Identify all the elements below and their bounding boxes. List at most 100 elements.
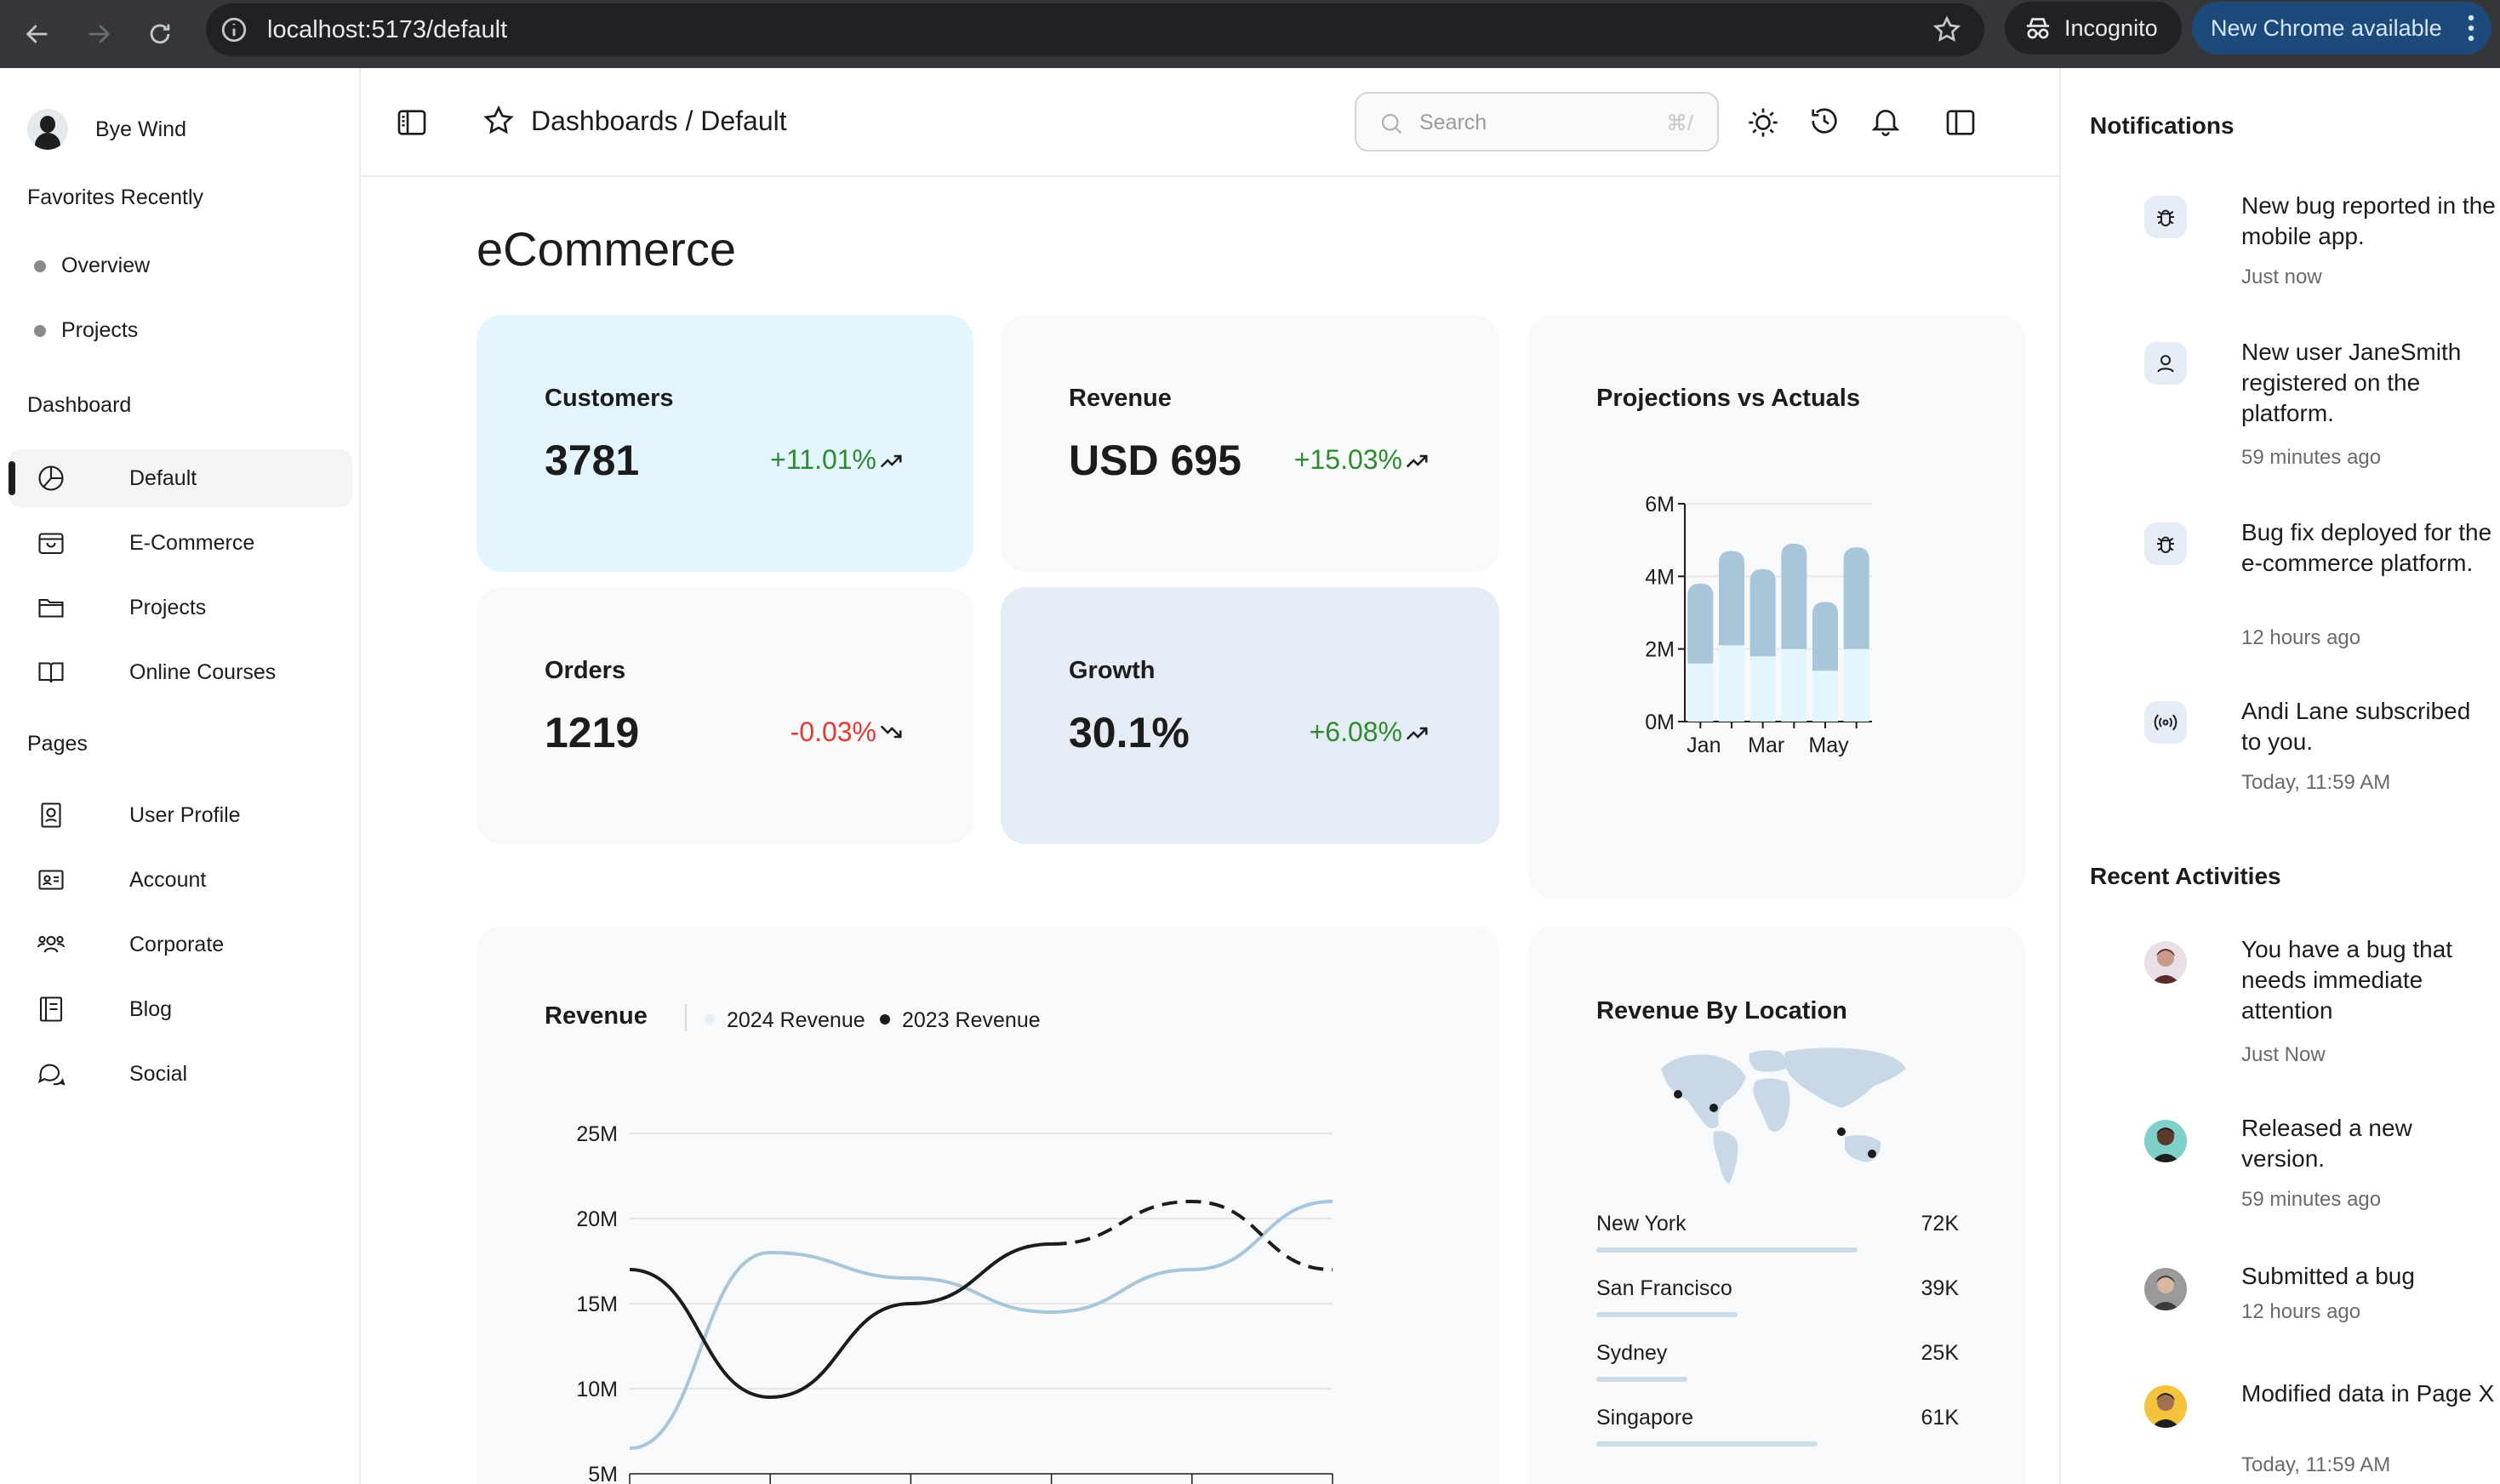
address-bar[interactable]: localhost:5173/default xyxy=(206,3,1984,56)
bookmark-star-icon[interactable] xyxy=(1932,14,1962,45)
map-marker-singapore[interactable] xyxy=(1837,1127,1846,1136)
user-profile[interactable]: Bye Wind xyxy=(27,109,186,150)
bar-projection[interactable] xyxy=(1719,551,1744,646)
users-icon xyxy=(37,935,66,953)
bar-actual[interactable] xyxy=(1687,663,1714,722)
location-row[interactable]: Sydney 25K xyxy=(1596,1341,1959,1392)
sidebar-item-label: Social xyxy=(129,1062,188,1086)
bar-projection[interactable] xyxy=(1781,543,1807,649)
line-2024-revenue[interactable] xyxy=(629,1200,1333,1450)
location-value: 61K xyxy=(1921,1406,1959,1430)
favorite-item-overview[interactable]: Overview xyxy=(34,254,150,278)
sidebar-item-social[interactable]: Social xyxy=(9,1045,352,1103)
stat-card-growth[interactable]: Growth 30.1% +6.08% xyxy=(1001,587,1499,844)
more-vert-icon[interactable] xyxy=(2468,14,2474,43)
reload-icon xyxy=(150,24,170,44)
favorite-label: Overview xyxy=(61,254,151,277)
activity-text: Submitted a bug xyxy=(2241,1263,2415,1289)
url-text[interactable]: localhost:5173/default xyxy=(267,16,507,44)
sidebar-item-online-courses[interactable]: Online Courses xyxy=(9,643,352,701)
stat-label: Orders xyxy=(545,657,626,684)
location-city: Singapore xyxy=(1596,1406,1693,1430)
map-marker-new-york[interactable] xyxy=(1674,1090,1682,1099)
bell-icon[interactable] xyxy=(1869,104,1903,138)
arrow-right-icon xyxy=(88,25,111,43)
arrow-left-icon xyxy=(26,25,48,43)
sidebar-item-label: Projects xyxy=(129,596,207,619)
history-icon[interactable] xyxy=(1807,104,1841,138)
location-card: Revenue By Location New York 72K San Franc… xyxy=(1528,926,2025,1484)
tab-recently[interactable]: Recently xyxy=(121,186,203,209)
recent-activities-title: Recent Activities xyxy=(2090,863,2281,889)
back-button[interactable] xyxy=(15,12,60,56)
sidebar-item-projects[interactable]: Projects xyxy=(9,579,352,636)
search-placeholder: Search xyxy=(1419,111,1487,134)
site-info-icon[interactable] xyxy=(220,15,248,44)
bar-projection[interactable] xyxy=(1843,547,1869,649)
legend-label[interactable]: 2023 Revenue xyxy=(902,1008,1041,1032)
y-tick-label: 2M xyxy=(1645,638,1675,662)
bar-projection[interactable] xyxy=(1749,568,1776,657)
forward-button[interactable] xyxy=(77,12,121,56)
map-marker-sydney[interactable] xyxy=(1868,1150,1876,1158)
trend-up-icon xyxy=(1406,727,1428,739)
activity-text: Released a new version. xyxy=(2241,1115,2412,1172)
revenue-chart-card: Revenue 2024 Revenue 2023 Revenue 5M 10M 15M… xyxy=(477,926,1499,1484)
chat-icon xyxy=(37,1064,66,1086)
x-tick-label: Jan xyxy=(1687,733,1721,757)
favorite-item-projects[interactable]: Projects xyxy=(34,318,138,343)
stat-label: Customers xyxy=(545,385,674,412)
search-input[interactable]: Search ⌘/ xyxy=(1355,92,1719,151)
sidebar-item-label: Account xyxy=(129,868,207,892)
sidebar-item-e-commerce[interactable]: E-Commerce xyxy=(9,514,352,572)
tab-favorites[interactable]: Favorites xyxy=(27,186,115,209)
location-row[interactable]: New York 72K xyxy=(1596,1212,1959,1263)
bar-actual[interactable] xyxy=(1843,648,1869,722)
revenue-line-chart: 2024 Revenue 2023 Revenue 5M 10M 15M 20M 25M xyxy=(576,1004,1333,1484)
sun-icon[interactable] xyxy=(1746,106,1780,140)
sidebar-item-account[interactable]: Account xyxy=(9,851,352,909)
bar-projection[interactable] xyxy=(1812,602,1838,671)
sidebar-item-user-profile[interactable]: User Profile xyxy=(9,786,352,844)
sidebar-item-label: E-Commerce xyxy=(129,531,255,555)
projections-chart: 0M 2M 4M 6M Jan Mar May xyxy=(1645,493,1872,757)
map-marker-san-francisco[interactable] xyxy=(1709,1104,1718,1112)
bar-projection[interactable] xyxy=(1687,583,1714,664)
favorite-label: Projects xyxy=(61,318,139,342)
id-badge-icon xyxy=(41,802,61,828)
toggle-sidebar-icon[interactable] xyxy=(395,106,429,140)
reload-button[interactable] xyxy=(138,12,182,56)
stat-card-revenue[interactable]: Revenue USD 695 +15.03% xyxy=(1001,315,1499,572)
activity-text: You have a bug that needs immediate atte… xyxy=(2241,936,2453,1024)
bar-actual[interactable] xyxy=(1749,656,1776,722)
activity-time: Just Now xyxy=(2241,1043,2326,1066)
new-chrome-button[interactable]: New Chrome available xyxy=(2192,2,2491,54)
user-name: Bye Wind xyxy=(95,117,186,141)
sidebar: Bye Wind Favorites Recently Overview Pro… xyxy=(0,68,361,1484)
sidebar-item-blog[interactable]: Blog xyxy=(9,980,352,1038)
toggle-panel-icon[interactable] xyxy=(1943,106,1978,140)
right-panel: Notifications New bug reported in the mo… xyxy=(2059,68,2500,1484)
star-icon[interactable] xyxy=(482,104,516,138)
stat-card-orders[interactable]: Orders 1219 -0.03% xyxy=(477,587,973,844)
bar-actual[interactable] xyxy=(1812,671,1838,722)
y-tick-label: 15M xyxy=(576,1293,618,1316)
incognito-badge[interactable]: Incognito xyxy=(2005,2,2182,54)
location-progress-track xyxy=(1596,1247,1959,1253)
y-tick-label: 5M xyxy=(588,1463,618,1484)
legend-label[interactable]: 2024 Revenue xyxy=(727,1008,865,1032)
stat-change: -0.03% xyxy=(791,716,904,748)
incognito-label: Incognito xyxy=(2064,15,2158,41)
bar-actual[interactable] xyxy=(1719,645,1744,722)
sidebar-item-default[interactable]: Default xyxy=(9,449,352,507)
location-row[interactable]: San Francisco 39K xyxy=(1596,1276,1959,1327)
sidebar-item-corporate[interactable]: Corporate xyxy=(9,916,352,973)
stat-change-value: +15.03% xyxy=(1293,444,1402,475)
bar-actual[interactable] xyxy=(1781,648,1807,722)
location-progress-track xyxy=(1596,1377,1959,1382)
location-progress-track xyxy=(1596,1312,1959,1317)
stat-card-customers[interactable]: Customers 3781 +11.01% xyxy=(477,315,973,572)
y-tick-label: 20M xyxy=(576,1207,618,1231)
x-tick-label: May xyxy=(1808,733,1849,757)
location-row[interactable]: Singapore 61K xyxy=(1596,1406,1959,1457)
